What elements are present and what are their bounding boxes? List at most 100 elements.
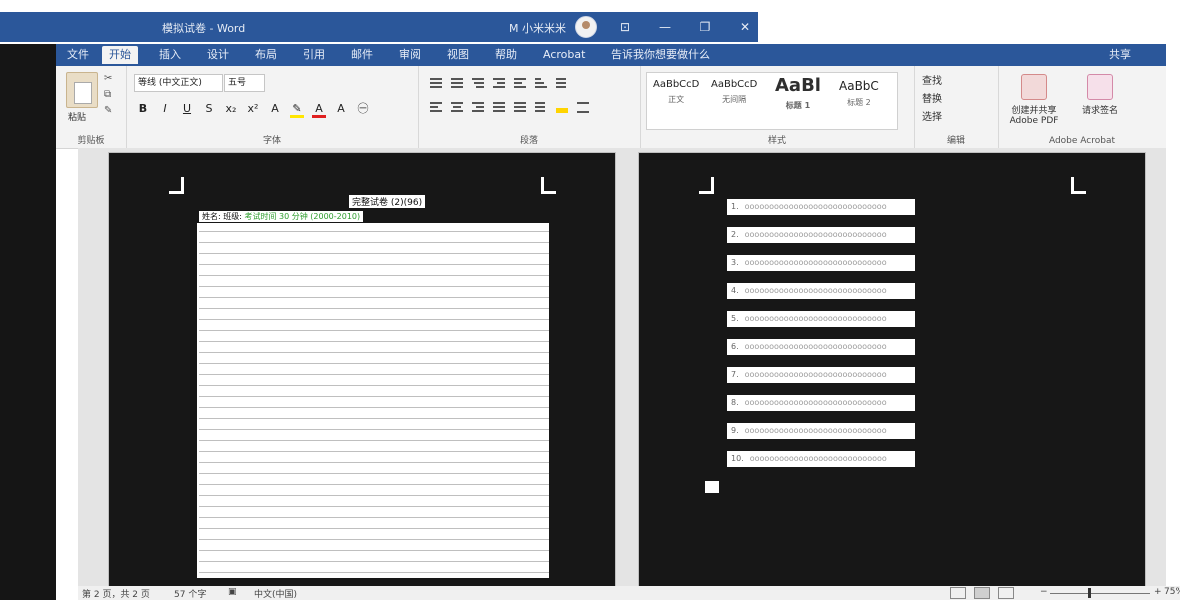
underline-button[interactable]: U — [178, 100, 196, 118]
list-item: 7. ooooooooooooooooooooooooooooo — [727, 367, 915, 383]
tab-mailings[interactable]: 邮件 — [344, 46, 380, 64]
list-item-text: ooooooooooooooooooooooooooooo — [744, 286, 887, 295]
tab-references[interactable]: 引用 — [296, 46, 332, 64]
tab-acrobat[interactable]: Acrobat — [536, 46, 592, 64]
align-left-icon[interactable] — [428, 100, 444, 114]
list-item-number: 7. — [731, 370, 739, 379]
user-name[interactable]: M 小米米米 — [509, 20, 566, 36]
document-subtitle: 姓名: 班级: 考试时间 30 分钟 (2000-2010) — [199, 211, 364, 222]
show-marks-icon[interactable] — [554, 76, 570, 90]
font-group: 等线 (中文正文) 五号 B I U S x₂ x² A ✎ A A ㊀ 字体 — [126, 66, 419, 148]
bullets-icon[interactable] — [428, 76, 444, 90]
shading-icon[interactable] — [554, 100, 570, 114]
zoom-slider-thumb[interactable] — [1088, 588, 1091, 598]
select-button[interactable]: 选择 — [922, 108, 942, 123]
increase-indent-icon[interactable] — [512, 76, 528, 90]
window-title: 模拟试卷 - Word — [162, 22, 246, 35]
margin-mark-tl — [699, 177, 714, 194]
list-item-text: ooooooooooooooooooooooooooooo — [744, 426, 887, 435]
style-no-spacing[interactable]: AaBbCcD 无间隔 — [711, 79, 757, 105]
read-mode-button[interactable] — [950, 587, 966, 599]
borders-icon[interactable] — [575, 100, 591, 114]
proofing-icon[interactable]: ▣ — [228, 587, 237, 597]
page-2[interactable]: 1. ooooooooooooooooooooooooooooo 2. oooooo… — [638, 152, 1146, 588]
clipboard-group: 粘贴 ✂ ⧉ ✎ 剪贴板 — [56, 66, 127, 148]
font-color-button[interactable]: A — [310, 100, 328, 118]
tab-insert[interactable]: 插入 — [152, 46, 188, 64]
ribbon-display-options-icon[interactable]: ⊡ — [614, 18, 636, 36]
sort-icon[interactable] — [533, 76, 549, 90]
signature-icon — [1087, 74, 1113, 100]
subtitle-highlight: 考试时间 30 分钟 (2000-2010) — [244, 212, 361, 221]
page-1[interactable]: 完整试卷 (2)(96) 姓名: 班级: 考试时间 30 分钟 (2000-20… — [108, 152, 616, 588]
style-normal[interactable]: AaBbCcD 正文 — [653, 79, 699, 105]
numbering-icon[interactable] — [449, 76, 465, 90]
format-painter-icon[interactable]: ✎ — [104, 106, 116, 116]
list-item-number: 5. — [731, 314, 739, 323]
style-no-spacing-name: 无间隔 — [722, 95, 747, 104]
font-name-select[interactable]: 等线 (中文正文) — [134, 74, 223, 92]
tab-review[interactable]: 审阅 — [392, 46, 428, 64]
share-button[interactable]: 共享 — [1102, 46, 1138, 64]
highlight-color-button[interactable]: ✎ — [288, 100, 306, 118]
page-count[interactable]: 第 2 页，共 2 页 — [82, 587, 150, 600]
replace-button[interactable]: 替换 — [922, 90, 942, 105]
multilevel-list-icon[interactable] — [470, 76, 486, 90]
list-item: 8. ooooooooooooooooooooooooooooo — [727, 395, 915, 411]
style-heading-2[interactable]: AaBbC 标题 2 — [839, 79, 879, 108]
paste-button[interactable] — [66, 72, 98, 108]
pdf-icon — [1021, 74, 1047, 100]
justify-icon[interactable] — [491, 100, 507, 114]
char-shading-button[interactable]: A — [332, 100, 350, 118]
tab-layout[interactable]: 布局 — [248, 46, 284, 64]
tab-view[interactable]: 视图 — [440, 46, 476, 64]
print-layout-button[interactable] — [974, 587, 990, 599]
tab-file[interactable]: 文件 — [60, 46, 96, 64]
web-layout-button[interactable] — [998, 587, 1014, 599]
align-right-icon[interactable] — [470, 100, 486, 114]
list-item: 5. ooooooooooooooooooooooooooooo — [727, 311, 915, 327]
zoom-level[interactable]: 75% — [1164, 587, 1180, 597]
tab-home[interactable]: 开始 — [102, 46, 138, 64]
document-canvas[interactable]: 完整试卷 (2)(96) 姓名: 班级: 考试时间 30 分钟 (2000-20… — [78, 148, 1166, 588]
list-item: 4. ooooooooooooooooooooooooooooo — [727, 283, 915, 299]
zoom-out-button[interactable]: − — [1040, 587, 1048, 597]
request-signature-button[interactable]: 请求签名 — [1072, 74, 1128, 116]
decrease-indent-icon[interactable] — [491, 76, 507, 90]
line-spacing-icon[interactable] — [533, 100, 549, 114]
minimize-button[interactable]: — — [654, 18, 676, 36]
list-item-number: 6. — [731, 342, 739, 351]
text-effects-button[interactable]: A — [266, 100, 284, 118]
cut-icon[interactable]: ✂ — [104, 74, 116, 84]
copy-icon[interactable]: ⧉ — [104, 90, 116, 100]
zoom-slider[interactable] — [1050, 593, 1150, 594]
subscript-button[interactable]: x₂ — [222, 100, 240, 118]
zoom-in-button[interactable]: + — [1154, 587, 1162, 597]
tell-me-search[interactable]: 告诉我你想要做什么 — [604, 46, 717, 64]
list-item-number: 8. — [731, 398, 739, 407]
avatar[interactable] — [575, 16, 597, 38]
strikethrough-button[interactable]: S — [200, 100, 218, 118]
list-buttons — [428, 76, 570, 90]
styles-gallery: AaBbCcD 正文 AaBbCcD 无间隔 AaBl 标题 1 AaBbC 标… — [646, 72, 898, 130]
align-center-icon[interactable] — [449, 100, 465, 114]
create-share-pdf-button[interactable]: 创建并共享 Adobe PDF — [1006, 74, 1062, 126]
font-size-select[interactable]: 五号 — [224, 74, 265, 92]
find-button[interactable]: 查找 — [922, 72, 942, 87]
ribbon-tabs: 文件 开始 插入 设计 布局 引用 邮件 审阅 视图 帮助 Acrobat 告诉… — [56, 44, 1166, 66]
bold-button[interactable]: B — [134, 100, 152, 118]
distributed-icon[interactable] — [512, 100, 528, 114]
style-heading-1-sample: AaBl — [775, 75, 821, 96]
maximize-button[interactable]: ❐ — [694, 18, 716, 36]
italic-button[interactable]: I — [156, 100, 174, 118]
style-heading-1[interactable]: AaBl 标题 1 — [775, 75, 821, 111]
close-button[interactable]: ✕ — [734, 18, 756, 36]
tab-design[interactable]: 设计 — [200, 46, 236, 64]
enclose-char-button[interactable]: ㊀ — [354, 100, 372, 118]
word-count[interactable]: 57 个字 — [174, 587, 206, 600]
tab-help[interactable]: 帮助 — [488, 46, 524, 64]
language-indicator[interactable]: 中文(中国) — [254, 587, 297, 600]
superscript-button[interactable]: x² — [244, 100, 262, 118]
request-signature-label: 请求签名 — [1081, 106, 1118, 116]
paste-label: 粘贴 — [68, 113, 87, 123]
